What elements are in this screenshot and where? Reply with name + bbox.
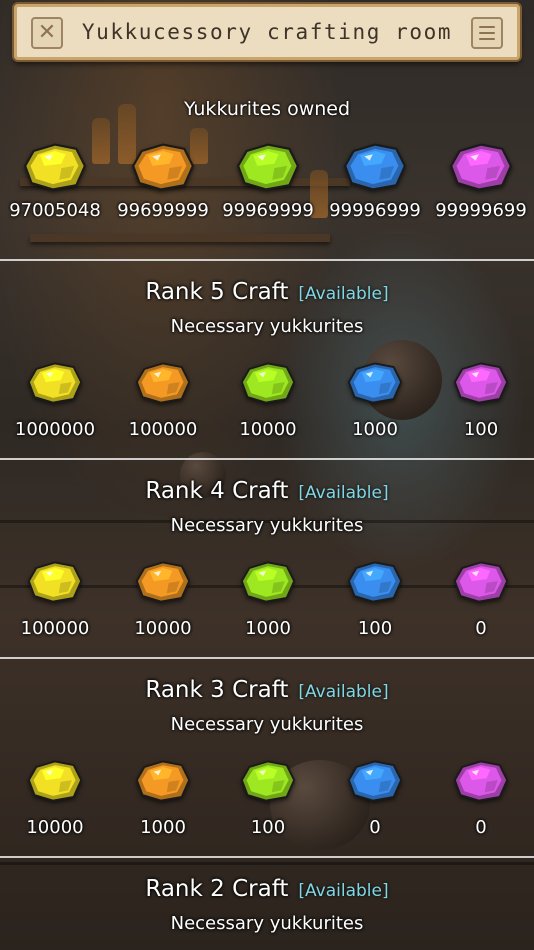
orange-yukkurite-icon — [108, 759, 218, 803]
necessary-yukkurite-value: 10000 — [26, 817, 84, 838]
orange-yukkurite-icon — [108, 361, 218, 405]
necessary-yukkurite-cell: 0 — [426, 560, 534, 639]
owned-yukkurite-value: 99999699 — [435, 200, 527, 221]
purple-yukkurite-icon — [426, 142, 534, 192]
blue-yukkurite-icon — [320, 759, 430, 803]
necessary-yukkurite-value: 100 — [463, 419, 499, 440]
necessary-yukkurite-value: 10000 — [134, 618, 192, 639]
necessary-yukkurite-cell: 10000 — [0, 759, 110, 838]
menu-icon — [479, 26, 495, 40]
yellow-yukkurite-icon — [0, 361, 110, 405]
blue-yukkurite-icon — [320, 560, 430, 604]
necessary-yukkurite-value: 1000 — [140, 817, 186, 838]
rank-name: Rank 4 Craft — [145, 478, 289, 504]
necessary-yukkurite-value: 100 — [357, 618, 393, 639]
owned-yukkurite-cell: 99969999 — [213, 142, 323, 221]
owned-yukkurite-cell: 99699999 — [108, 142, 218, 221]
necessary-yukkurite-cell: 100 — [213, 759, 323, 838]
necessary-yukkurite-value: 100000 — [20, 618, 90, 639]
necessary-yukkurite-cell: 1000000 — [0, 361, 110, 440]
owned-yukkurite-cell: 99999699 — [426, 142, 534, 221]
necessary-yukkurite-value: 1000000 — [14, 419, 96, 440]
green-yukkurite-icon — [213, 142, 323, 192]
close-button[interactable]: ✕ — [31, 17, 63, 49]
necessary-yukkurite-value: 1000 — [245, 618, 291, 639]
rank-title: Rank 4 Craft [Available] — [0, 478, 534, 504]
necessary-yukkurite-value: 10000 — [239, 419, 297, 440]
divider — [0, 657, 534, 659]
purple-yukkurite-icon — [426, 560, 534, 604]
necessary-yukkurite-value: 1000 — [352, 419, 398, 440]
green-yukkurite-icon — [213, 759, 323, 803]
necessary-yukkurite-cell: 1000 — [320, 361, 430, 440]
owned-yukkurite-value: 99996999 — [329, 200, 421, 221]
rank-title: Rank 5 Craft [Available] — [0, 279, 534, 305]
rank-status-badge[interactable]: [Available] — [298, 284, 388, 304]
necessary-label: Necessary yukkurites — [170, 714, 364, 735]
blue-yukkurite-icon — [320, 142, 430, 192]
divider — [0, 458, 534, 460]
rank-title: Rank 2 Craft [Available] — [0, 876, 534, 902]
necessary-yukkurite-value: 100 — [250, 817, 286, 838]
divider — [0, 259, 534, 261]
owned-yukkurite-cell: 99996999 — [320, 142, 430, 221]
green-yukkurite-icon — [213, 560, 323, 604]
necessary-yukkurite-cell: 100 — [426, 361, 534, 440]
necessary-label: Necessary yukkurites — [170, 515, 364, 536]
necessary-yukkurite-value: 100000 — [128, 419, 198, 440]
necessary-yukkurite-cell: 1000 — [108, 759, 218, 838]
rank-status-badge[interactable]: [Available] — [298, 483, 388, 503]
green-yukkurite-icon — [213, 361, 323, 405]
purple-yukkurite-icon — [426, 361, 534, 405]
necessary-yukkurite-cell: 100000 — [0, 560, 110, 639]
necessary-label: Necessary yukkurites — [170, 316, 364, 337]
necessary-yukkurite-cell: 10000 — [213, 361, 323, 440]
purple-yukkurite-icon — [426, 759, 534, 803]
divider — [0, 856, 534, 858]
necessary-label: Necessary yukkurites — [170, 913, 364, 934]
orange-yukkurite-icon — [108, 560, 218, 604]
necessary-yukkurite-cell: 10000 — [108, 560, 218, 639]
owned-yukkurite-cell: 97005048 — [0, 142, 110, 221]
yellow-yukkurite-icon — [0, 142, 110, 192]
rank-status-badge[interactable]: [Available] — [298, 881, 388, 901]
rank-status-badge[interactable]: [Available] — [298, 682, 388, 702]
rank-title: Rank 3 Craft [Available] — [0, 677, 534, 703]
necessary-yukkurite-value: 0 — [475, 618, 487, 639]
menu-button[interactable] — [471, 17, 503, 49]
necessary-yukkurite-cell: 0 — [320, 759, 430, 838]
necessary-yukkurite-cell: 1000 — [213, 560, 323, 639]
owned-yukkurite-value: 99969999 — [222, 200, 314, 221]
necessary-yukkurite-cell: 100 — [320, 560, 430, 639]
necessary-yukkurite-value: 0 — [475, 817, 487, 838]
rank-name: Rank 2 Craft — [145, 876, 289, 902]
necessary-yukkurite-cell: 0 — [426, 759, 534, 838]
necessary-yukkurite-value: 0 — [369, 817, 381, 838]
header-bar: ✕ Yukkucessory crafting room — [14, 4, 520, 60]
blue-yukkurite-icon — [320, 361, 430, 405]
yellow-yukkurite-icon — [0, 759, 110, 803]
necessary-yukkurite-cell: 100000 — [108, 361, 218, 440]
rank-name: Rank 3 Craft — [145, 677, 289, 703]
owned-label: Yukkurites owned — [183, 98, 351, 120]
rank-name: Rank 5 Craft — [145, 279, 289, 305]
close-icon: ✕ — [37, 20, 57, 45]
owned-yukkurite-value: 99699999 — [117, 200, 209, 221]
owned-yukkurite-value: 97005048 — [9, 200, 101, 221]
page-title: Yukkucessory crafting room — [81, 20, 453, 44]
yellow-yukkurite-icon — [0, 560, 110, 604]
orange-yukkurite-icon — [108, 142, 218, 192]
